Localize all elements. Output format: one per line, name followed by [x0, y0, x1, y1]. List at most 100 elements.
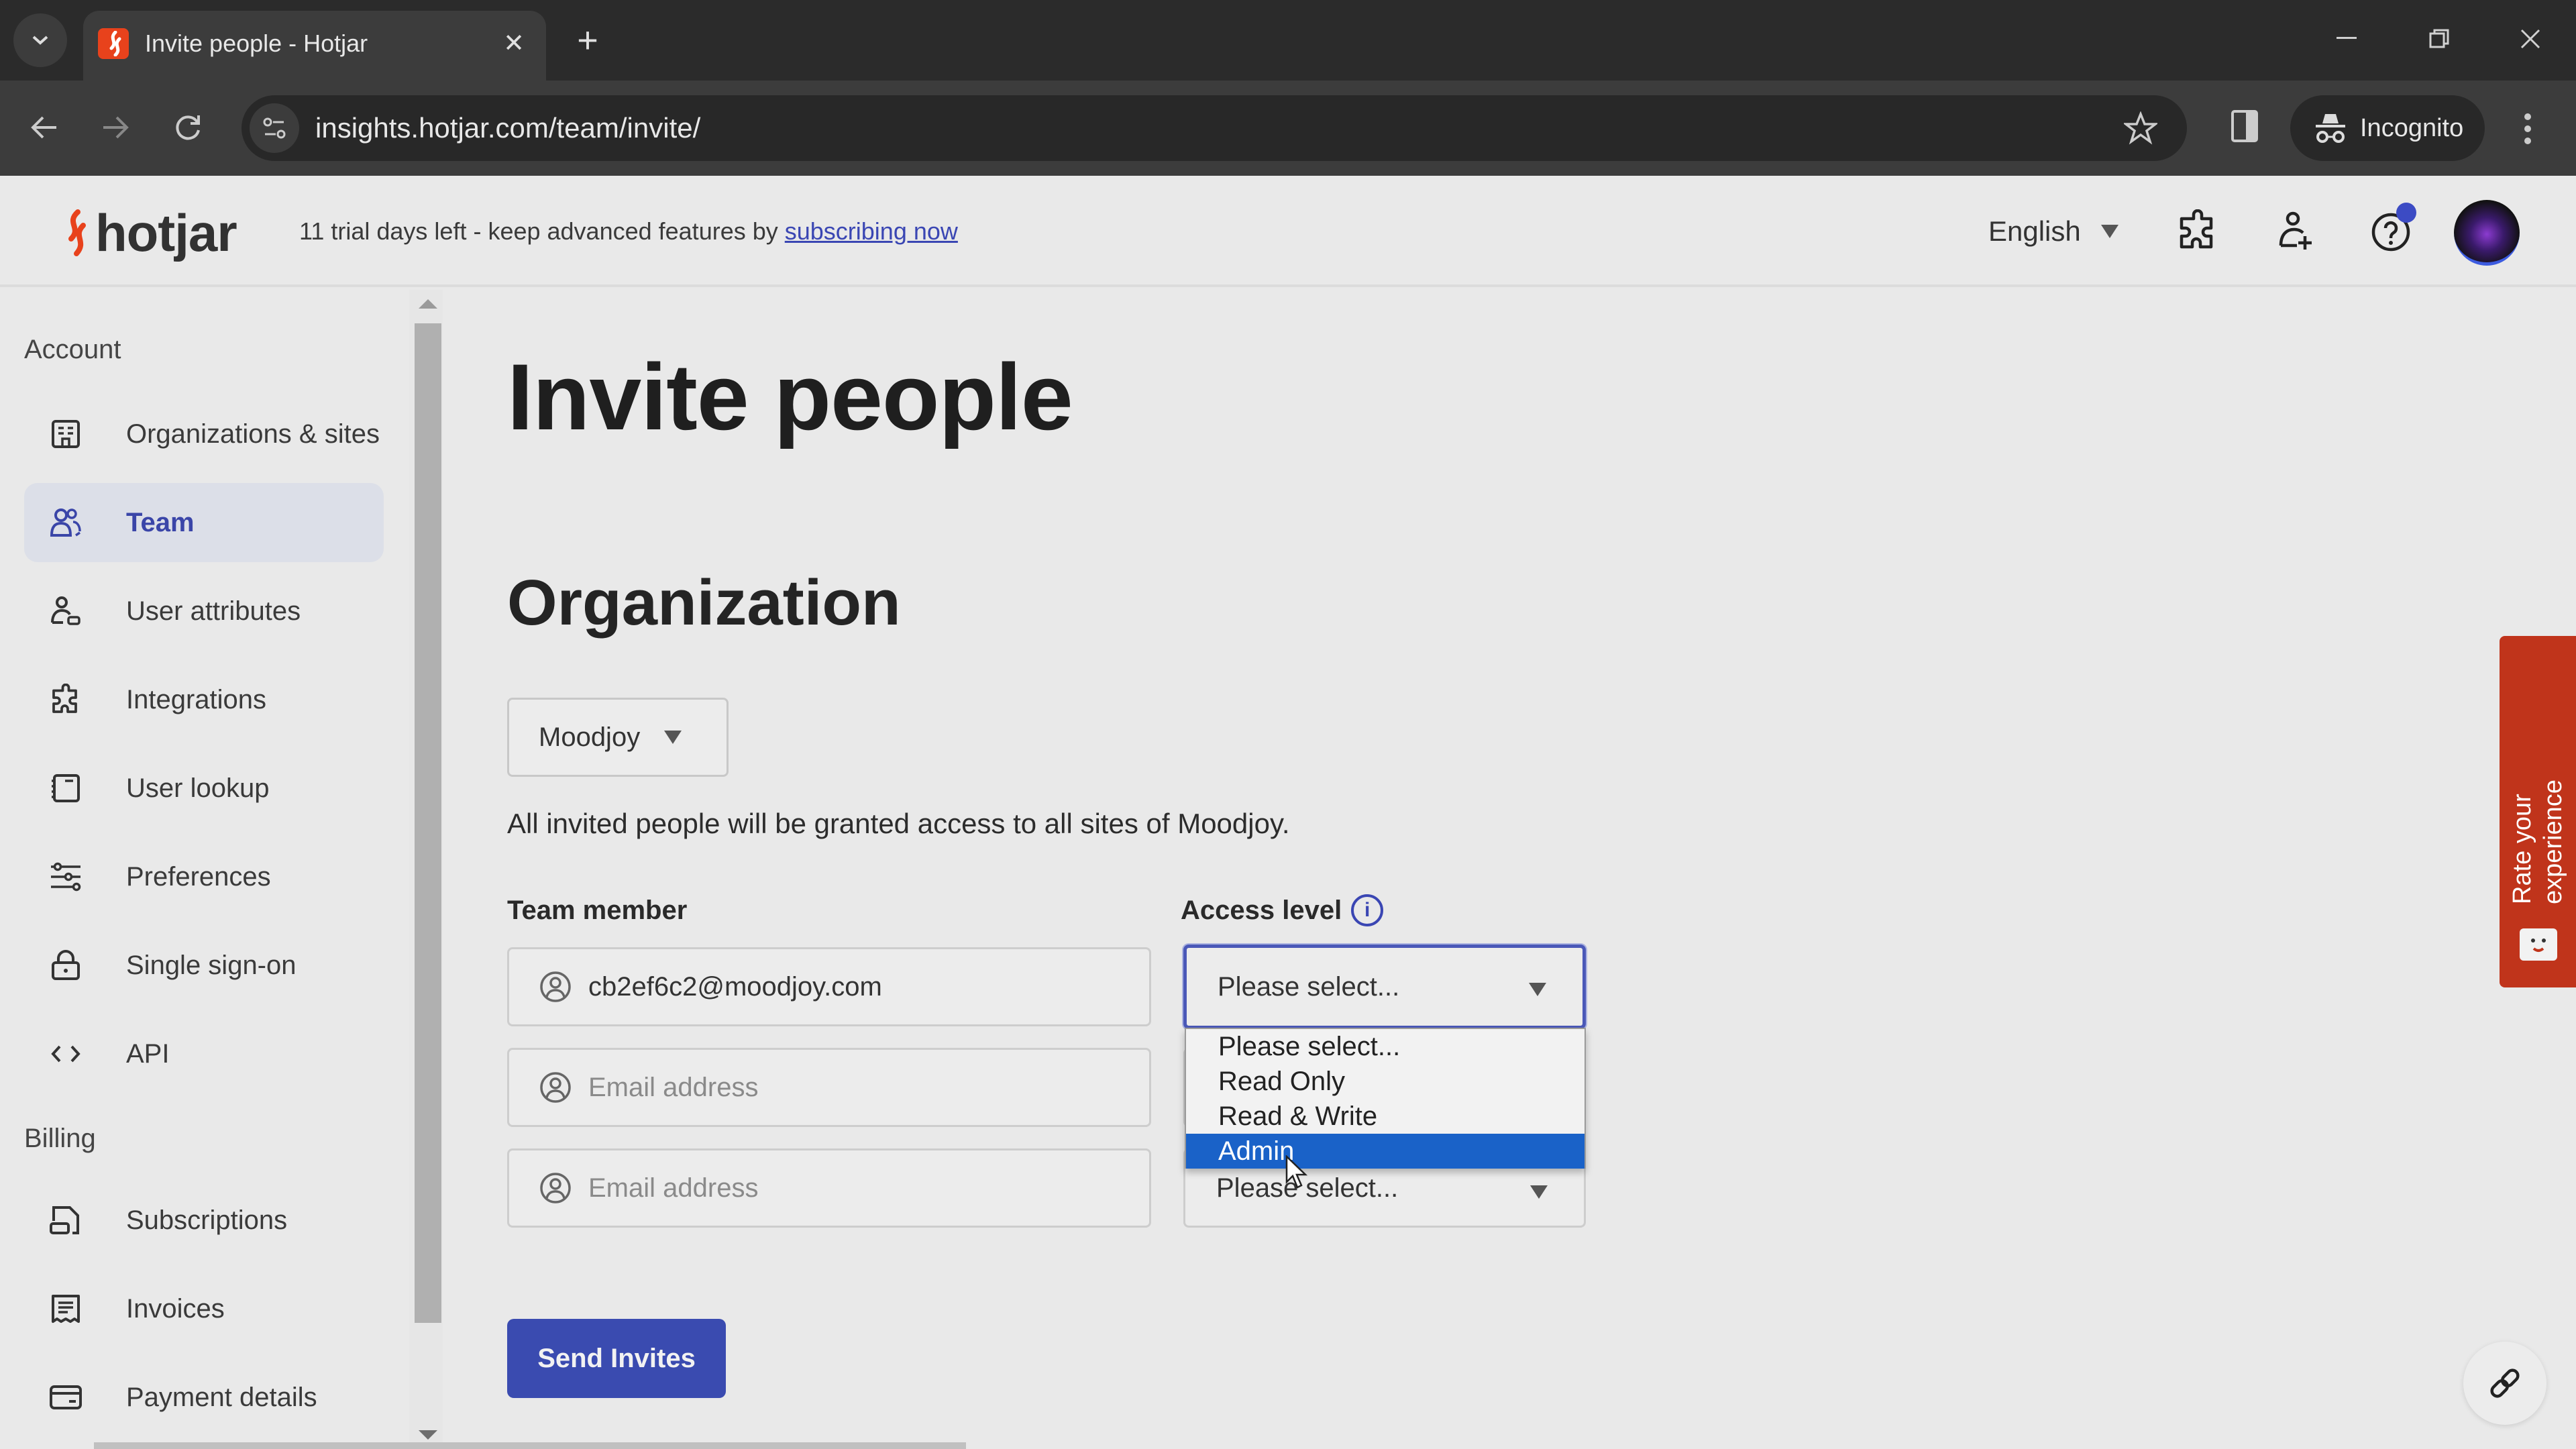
- receipt-icon: [46, 1289, 86, 1329]
- browser-toolbar: insights.hotjar.com/team/invite/ Incogni…: [0, 80, 2576, 176]
- email-input[interactable]: [588, 1173, 1138, 1203]
- access-level-value: Please select...: [1218, 971, 1400, 1002]
- building-icon: [46, 414, 86, 454]
- sidebar-item-label: Invoices: [126, 1293, 225, 1324]
- sidebar-heading-account: Account: [24, 335, 121, 364]
- send-invites-button[interactable]: Send Invites: [507, 1319, 726, 1398]
- sidebar-item-user-lookup[interactable]: User lookup: [24, 749, 384, 828]
- info-icon[interactable]: i: [1351, 894, 1384, 926]
- copy-link-button[interactable]: [2463, 1342, 2546, 1425]
- email-input[interactable]: [588, 1072, 1138, 1103]
- incognito-icon: [2316, 114, 2345, 143]
- sidebar-item-label: Team: [126, 507, 195, 537]
- tab-title: Invite people - Hotjar: [145, 30, 368, 57]
- user-circle-icon: [540, 971, 571, 1002]
- language-label: English: [1988, 215, 2081, 247]
- sidebar-item-label: API: [126, 1038, 170, 1069]
- sidebar-item-label: Single sign-on: [126, 950, 297, 980]
- brand-name: hotjar: [95, 203, 237, 262]
- subscribe-link[interactable]: subscribing now: [785, 217, 958, 245]
- url-text[interactable]: insights.hotjar.com/team/invite/: [315, 113, 700, 144]
- integrations-button[interactable]: [2169, 203, 2226, 259]
- tab-search-button[interactable]: [13, 13, 67, 67]
- sidebar-item-label: Organizations & sites: [126, 419, 380, 449]
- language-selector[interactable]: English: [1988, 215, 2118, 248]
- back-button[interactable]: [17, 101, 71, 154]
- invite-user-button[interactable]: [2267, 203, 2324, 259]
- organization-select[interactable]: Moodjoy: [507, 698, 729, 777]
- sidebar-item-payment-details[interactable]: Payment details: [24, 1358, 384, 1437]
- scroll-down-arrow-icon[interactable]: [419, 1430, 437, 1440]
- sidebar-item-invoices[interactable]: Invoices: [24, 1269, 384, 1348]
- organization-value: Moodjoy: [539, 722, 641, 752]
- sidebar-scrollbar[interactable]: [409, 290, 443, 1449]
- reload-button[interactable]: [161, 101, 215, 154]
- scrollbar-thumb[interactable]: [415, 323, 441, 1323]
- sidebar-item-label: Payment details: [126, 1382, 317, 1412]
- access-note: All invited people will be granted acces…: [507, 808, 1290, 839]
- notification-dot: [2396, 203, 2416, 223]
- app-header: hotjar 11 trial days left - keep advance…: [0, 176, 2576, 287]
- notebook-icon: [46, 768, 86, 808]
- dropdown-option-read-only[interactable]: Read Only: [1186, 1064, 1585, 1099]
- sidebar-item-label: User lookup: [126, 773, 270, 803]
- browser-menu-icon[interactable]: [2509, 107, 2546, 150]
- trial-banner: 11 trial days left - keep advanced featu…: [299, 216, 958, 247]
- tune-icon: [263, 117, 286, 139]
- reload-icon: [176, 115, 200, 140]
- arrow-right-icon: [103, 116, 129, 139]
- restore-button[interactable]: [2412, 17, 2466, 60]
- sidebar-item-subscriptions[interactable]: Subscriptions: [24, 1181, 384, 1260]
- close-tab-icon[interactable]: ✕: [498, 27, 530, 59]
- section-title: Organization: [507, 567, 901, 639]
- close-window-button[interactable]: [2504, 17, 2557, 60]
- forward-button[interactable]: [89, 101, 142, 154]
- minimize-button[interactable]: [2320, 17, 2373, 60]
- side-panel-icon[interactable]: [2226, 107, 2263, 145]
- access-level-select[interactable]: Please select...: [1183, 945, 1586, 1029]
- chevron-down-icon: [32, 36, 48, 45]
- incognito-label: Incognito: [2360, 114, 2464, 142]
- email-field[interactable]: [507, 1148, 1151, 1228]
- sidebar-item-preferences[interactable]: Preferences: [24, 837, 384, 916]
- sidebar-item-organizations-sites[interactable]: Organizations & sites: [24, 394, 384, 474]
- hotjar-favicon-icon: [98, 28, 129, 59]
- address-bar[interactable]: insights.hotjar.com/team/invite/: [241, 95, 2187, 161]
- hotjar-logo[interactable]: hotjar: [60, 203, 237, 263]
- user-avatar[interactable]: [2454, 200, 2520, 266]
- user-plus-icon: [2279, 211, 2312, 250]
- email-field[interactable]: [507, 1048, 1151, 1127]
- scroll-up-arrow-icon[interactable]: [419, 299, 437, 309]
- minimize-icon: [2337, 37, 2357, 39]
- sidebar-item-label: Integrations: [126, 684, 267, 714]
- sidebar-item-team[interactable]: Team: [24, 483, 384, 562]
- access-level-dropdown-list: Please select... Read Only Read & Write …: [1185, 1028, 1586, 1169]
- help-button[interactable]: [2363, 203, 2419, 259]
- user-attributes-icon: [46, 591, 86, 631]
- sidebar-item-api[interactable]: API: [24, 1014, 384, 1093]
- email-field[interactable]: [507, 947, 1151, 1026]
- dropdown-option-admin[interactable]: Admin: [1186, 1134, 1585, 1169]
- sidebar-item-user-attributes[interactable]: User attributes: [24, 572, 384, 651]
- team-member-label: Team member: [507, 894, 687, 927]
- access-level-label-text: Access level: [1181, 896, 1342, 925]
- email-input[interactable]: [588, 971, 1138, 1002]
- sidebar-item-integrations[interactable]: Integrations: [24, 660, 384, 739]
- subscription-icon: [46, 1200, 86, 1240]
- arrow-left-icon: [31, 116, 56, 139]
- new-tab-button[interactable]: +: [570, 22, 605, 58]
- bookmark-star-icon[interactable]: [2124, 111, 2157, 145]
- dropdown-option-please-select[interactable]: Please select...: [1186, 1029, 1585, 1064]
- caret-down-icon: [2100, 225, 2118, 238]
- incognito-indicator[interactable]: Incognito: [2290, 95, 2485, 161]
- credit-card-icon: [46, 1377, 86, 1417]
- dropdown-option-read-write[interactable]: Read & Write: [1186, 1099, 1585, 1134]
- settings-sidebar: Account Organizations & sites Team User …: [0, 290, 409, 1449]
- browser-tab-strip: Invite people - Hotjar ✕ +: [0, 0, 2576, 80]
- site-info-button[interactable]: [250, 103, 299, 153]
- rate-your-experience-tab[interactable]: Rate your experience: [2500, 636, 2576, 987]
- browser-tab[interactable]: Invite people - Hotjar ✕: [83, 11, 546, 80]
- close-icon: [2520, 29, 2540, 49]
- sidebar-item-single-sign-on[interactable]: Single sign-on: [24, 926, 384, 1005]
- puzzle-icon: [46, 680, 86, 720]
